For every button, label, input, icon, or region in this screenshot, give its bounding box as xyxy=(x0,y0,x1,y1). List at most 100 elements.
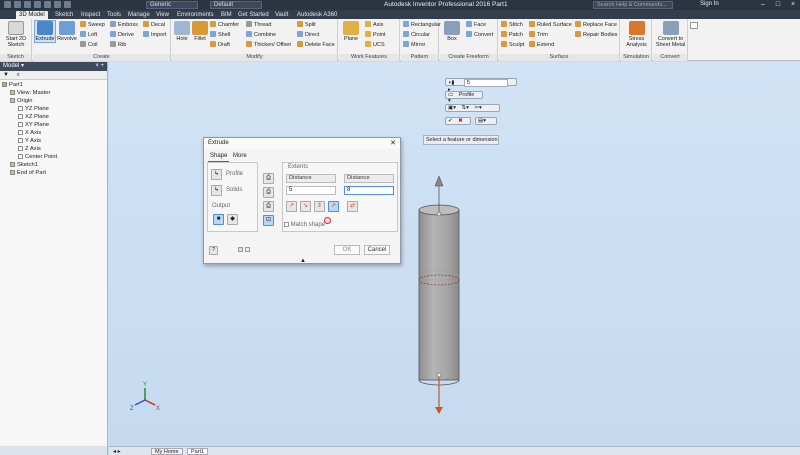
tab-get-started[interactable]: Get Started xyxy=(235,11,272,19)
convert-sheet-metal-button[interactable]: Convert to Sheet Metal xyxy=(654,21,687,48)
extent2-type-dropdown[interactable]: Distance xyxy=(344,174,394,183)
filter-icon[interactable]: ▼ xyxy=(3,72,9,78)
fillet-button[interactable]: Fillet xyxy=(192,21,208,42)
new-icon[interactable] xyxy=(4,1,11,8)
replace-face-button[interactable]: Replace Face xyxy=(575,21,617,29)
point-button[interactable]: Point xyxy=(365,31,386,39)
mini-profile-toolbar[interactable]: ▭ Profile ▾ xyxy=(445,91,483,104)
mini-ok-cancel[interactable]: ✔ ✖ xyxy=(445,117,471,125)
extent1-type-dropdown[interactable]: Distance xyxy=(286,174,336,183)
rectangular-button[interactable]: Rectangular xyxy=(403,21,441,29)
mini-grip-icon[interactable]: ◖▮ xyxy=(446,80,456,86)
ok-button[interactable]: OK xyxy=(334,245,360,255)
tree-node[interactable]: XY Plane xyxy=(0,121,107,129)
tree-node[interactable]: View: Master xyxy=(0,89,107,97)
view-cube-triad[interactable]: Y X Z xyxy=(130,382,160,412)
extent2-distance-input[interactable]: 8 xyxy=(344,186,394,195)
mini-more-toolbar[interactable]: ▤▾ xyxy=(475,117,497,125)
tab-scroll-icon[interactable]: ◂ ▸ xyxy=(113,448,121,455)
revolve-button[interactable]: Revolve xyxy=(56,21,78,42)
tree-node[interactable]: Center Point xyxy=(0,153,107,161)
tab-environments[interactable]: Environments xyxy=(174,11,217,19)
direction2-button[interactable]: ↘ xyxy=(300,201,311,212)
emboss-button[interactable]: Emboss xyxy=(110,21,138,29)
mini-operation-icon[interactable]: ✂▾ xyxy=(472,105,483,111)
tab-bim[interactable]: BIM xyxy=(218,11,235,19)
cut-button[interactable]: ⎙ xyxy=(263,187,274,198)
hole-button[interactable]: Hole xyxy=(174,21,190,42)
match-shape-box[interactable] xyxy=(284,222,289,227)
tab-more[interactable]: More xyxy=(231,152,249,161)
circular-button[interactable]: Circular xyxy=(403,31,430,39)
close-icon[interactable]: × xyxy=(786,0,800,10)
tab-vault[interactable]: Vault xyxy=(272,11,291,19)
extrude-button[interactable]: Extrude xyxy=(34,20,56,43)
sculpt-button[interactable]: Sculpt xyxy=(501,41,524,49)
maximize-icon[interactable]: □ xyxy=(771,0,785,10)
tab-sketch[interactable]: Sketch xyxy=(52,11,76,19)
preview-toggle[interactable] xyxy=(238,247,250,253)
dialog-close-icon[interactable]: ✕ xyxy=(390,138,396,149)
flip-button[interactable]: ⇄ xyxy=(347,201,358,212)
cancel-button[interactable]: Cancel xyxy=(364,245,390,255)
profile-select-button[interactable]: ↳ xyxy=(211,169,222,180)
solids-select-button[interactable]: ↳ xyxy=(211,185,222,196)
tab-my-home[interactable]: My Home xyxy=(151,448,183,455)
tab-tools[interactable]: Tools xyxy=(104,11,124,19)
tree-node[interactable]: End of Part xyxy=(0,169,107,177)
collapse-arrow-icon[interactable]: ▲ xyxy=(300,258,306,264)
shell-button[interactable]: Shell xyxy=(210,31,230,39)
mini-join-icon[interactable]: ▣▾ xyxy=(446,105,458,111)
stitch-button[interactable]: Stitch xyxy=(501,21,523,29)
derive-button[interactable]: Derive xyxy=(110,31,134,39)
trim-button[interactable]: Trim xyxy=(529,31,548,39)
decal-button[interactable]: Decal xyxy=(143,21,165,29)
convert-button[interactable]: Convert xyxy=(466,31,493,39)
direction1-button[interactable]: ↗ xyxy=(286,201,297,212)
split-button[interactable]: Split xyxy=(297,21,316,29)
mini-menu-icon[interactable]: ▤▾ xyxy=(476,118,488,124)
sweep-button[interactable]: Sweep xyxy=(80,21,105,29)
tab-autodesk-a360[interactable]: Autodesk A360 xyxy=(294,11,340,19)
patch-button[interactable]: Patch xyxy=(501,31,523,39)
style-combo[interactable]: Generic xyxy=(146,1,198,9)
tab-3d-model[interactable]: 3D Model xyxy=(16,11,48,19)
direct-button[interactable]: Direct xyxy=(297,31,319,39)
tree-node[interactable]: YZ Plane xyxy=(0,105,107,113)
coil-button[interactable]: Coil xyxy=(80,41,97,49)
redo-icon[interactable] xyxy=(44,1,51,8)
match-shape-checkbox[interactable]: Match shape xyxy=(284,222,325,228)
mini-distance-toolbar[interactable]: ◖▮ 5 ▸ xyxy=(445,78,517,93)
start-sketch-button[interactable]: Start 2D Sketch xyxy=(2,21,30,48)
tree-node[interactable]: Z Axis xyxy=(0,145,107,153)
repair-bodies-button[interactable]: Repair Bodies xyxy=(575,31,618,39)
find-icon[interactable]: ⌕ xyxy=(17,72,20,78)
mini-cancel-icon[interactable]: ✖ xyxy=(456,118,465,124)
ruled-surface-button[interactable]: Ruled Surface xyxy=(529,21,572,29)
ribbon-options-icon[interactable] xyxy=(690,22,698,29)
output-surface-button[interactable]: ◆ xyxy=(227,214,238,225)
mini-distance-input[interactable]: 5 xyxy=(463,79,508,87)
combine-button[interactable]: Combine xyxy=(246,31,276,39)
tree-node[interactable]: XZ Plane xyxy=(0,113,107,121)
tab-inspect[interactable]: Inspect xyxy=(78,11,103,19)
new-solid-button[interactable]: ⊡ xyxy=(263,215,274,226)
mini-ok-icon[interactable]: ✔ xyxy=(446,118,455,124)
tree-node[interactable]: Y Axis xyxy=(0,137,107,145)
help-button[interactable]: ? xyxy=(209,246,218,255)
thicken-button[interactable]: Thicken/ Offset xyxy=(246,41,291,49)
tab-manage[interactable]: Manage xyxy=(125,11,153,19)
join-button[interactable]: ⎙ xyxy=(263,173,274,184)
tab-view[interactable]: View xyxy=(153,11,172,19)
rib-button[interactable]: Rib xyxy=(110,41,126,49)
chamfer-button[interactable]: Chamfer xyxy=(210,21,239,29)
loft-button[interactable]: Loft xyxy=(80,31,97,39)
import-button[interactable]: Import xyxy=(143,31,167,39)
minimize-icon[interactable]: – xyxy=(756,0,770,10)
extend-button[interactable]: Extend xyxy=(529,41,554,49)
axis-button[interactable]: Axis xyxy=(365,21,383,29)
asymmetric-button[interactable]: ⇗ xyxy=(328,201,339,212)
select-icon[interactable] xyxy=(64,1,71,8)
browser-close-icon[interactable]: × + xyxy=(95,62,104,71)
tree-node[interactable]: X Axis xyxy=(0,129,107,137)
